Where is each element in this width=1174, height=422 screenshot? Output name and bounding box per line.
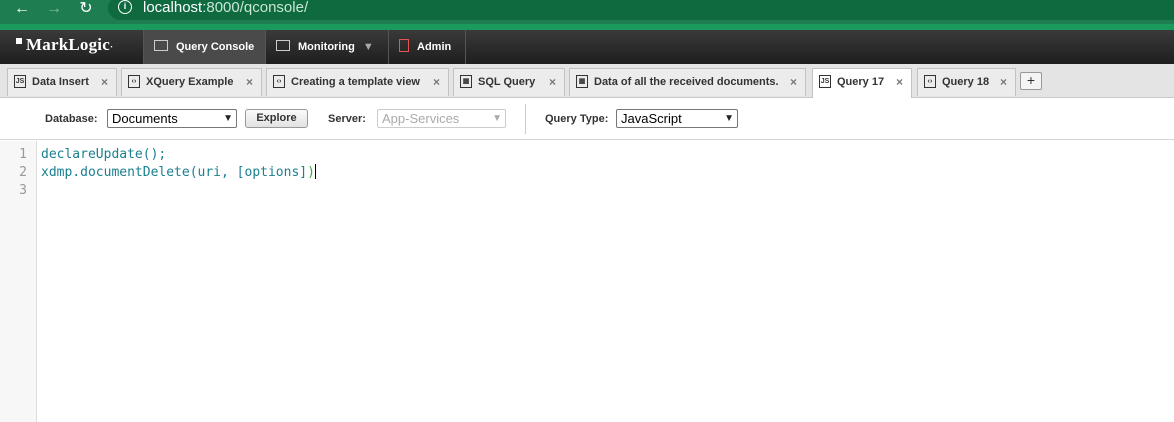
- explore-button[interactable]: Explore: [245, 109, 308, 128]
- tab-data-insert[interactable]: JS Data Insert ×: [7, 68, 117, 96]
- dropdown-triangle-icon: ▼: [362, 41, 374, 53]
- close-icon[interactable]: ×: [433, 69, 440, 95]
- tab-data-received-documents[interactable]: ▦ Data of all the received documents. ×: [569, 68, 806, 96]
- sql-table-icon: ▦: [576, 74, 588, 88]
- site-info-icon[interactable]: i: [118, 0, 132, 14]
- browser-toolbar: ← → ↻ i localhost:8000/qconsole/: [0, 0, 1174, 24]
- tab-sql-query[interactable]: ▦ SQL Query ×: [453, 68, 565, 96]
- url-text: localhost:8000/qconsole/: [143, 0, 309, 16]
- line-number: 1: [19, 147, 27, 162]
- logo-mark-icon: [16, 38, 22, 44]
- nav-query-console[interactable]: Query Console: [143, 30, 265, 64]
- query-tab-strip: JS Data Insert × ‹› XQuery Example × ‹› Creat…: [0, 64, 1174, 98]
- tab-creating-template-view[interactable]: ‹› Creating a template view ×: [266, 68, 449, 96]
- line-number: 3: [19, 183, 27, 198]
- admin-icon: [399, 39, 409, 53]
- xquery-icon: ‹›: [128, 74, 140, 88]
- tab-query-18[interactable]: ‹› Query 18 ×: [917, 68, 1016, 96]
- add-tab-button[interactable]: +: [1020, 72, 1042, 90]
- close-icon[interactable]: ×: [549, 69, 556, 95]
- tab-xquery-example[interactable]: ‹› XQuery Example ×: [121, 68, 262, 96]
- nav-monitoring[interactable]: Monitoring ▼: [265, 30, 388, 64]
- javascript-icon: JS: [819, 74, 831, 88]
- monitoring-icon: [276, 40, 290, 52]
- line-number-gutter: 1 2 3: [0, 141, 37, 422]
- chevron-down-icon: ▼: [492, 113, 502, 124]
- close-icon[interactable]: ×: [896, 69, 903, 95]
- xquery-icon: ‹›: [924, 74, 936, 88]
- xquery-icon: ‹›: [273, 74, 285, 88]
- tab-query-17[interactable]: JS Query 17 ×: [812, 68, 912, 98]
- app-header: MarkLogic· Query Console Monitoring ▼ Adm…: [0, 30, 1174, 64]
- address-bar[interactable]: i localhost:8000/qconsole/: [108, 0, 1174, 20]
- code-editor[interactable]: 1 2 3 declareUpdate(); xdmp.documentDele…: [0, 141, 1174, 422]
- code-line[interactable]: xdmp.documentDelete(uri, [options]): [41, 164, 316, 180]
- query-type-label: Query Type:: [545, 113, 609, 125]
- query-type-select[interactable]: JavaScript ▼: [616, 109, 738, 128]
- close-icon[interactable]: ×: [246, 69, 253, 95]
- server-select[interactable]: App-Services ▼: [377, 109, 506, 128]
- nav-admin[interactable]: Admin: [388, 30, 466, 64]
- code-line[interactable]: declareUpdate();: [41, 147, 166, 162]
- line-number: 2: [19, 165, 27, 180]
- database-select[interactable]: Documents ▼: [107, 109, 237, 128]
- chevron-down-icon: ▼: [724, 113, 734, 124]
- back-arrow-icon[interactable]: ←: [10, 0, 34, 20]
- server-label: Server:: [328, 113, 366, 125]
- javascript-icon: JS: [14, 74, 26, 88]
- toolbar-divider: [525, 104, 526, 134]
- marklogic-logo: MarkLogic·: [16, 35, 113, 55]
- close-icon[interactable]: ×: [790, 69, 797, 95]
- close-icon[interactable]: ×: [1000, 69, 1007, 95]
- forward-arrow-icon[interactable]: →: [42, 0, 66, 20]
- chevron-down-icon: ▼: [223, 113, 233, 124]
- text-cursor: [314, 164, 316, 179]
- query-toolbar: Database: Documents ▼ Explore Server: App…: [0, 98, 1174, 140]
- close-icon[interactable]: ×: [101, 69, 108, 95]
- reload-icon[interactable]: ↻: [74, 0, 98, 20]
- console-icon: [154, 40, 168, 52]
- database-label: Database:: [45, 113, 98, 125]
- sql-table-icon: ▦: [460, 74, 472, 88]
